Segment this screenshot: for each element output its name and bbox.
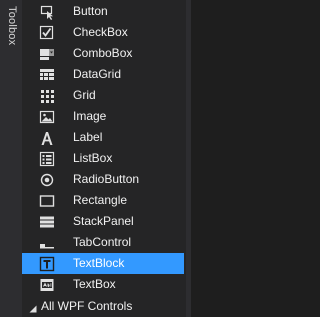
label-a-icon (39, 130, 55, 146)
group-header-all-wpf-controls[interactable]: All WPF Controls (22, 295, 184, 316)
editor-area (191, 0, 270, 317)
datagrid-icon (39, 67, 55, 83)
toolbox-item-label: Grid (73, 88, 96, 102)
toolbox-side-tab-label: Toolbox (6, 6, 18, 46)
toolbox-item-label: ListBox (73, 151, 113, 165)
toolbox-item-stackpanel[interactable]: StackPanel (22, 211, 184, 232)
toolbox-item-label: Button (73, 4, 108, 18)
toolbox-item-checkbox[interactable]: CheckBox (22, 22, 184, 43)
listbox-icon (39, 151, 55, 167)
stackpanel-icon (39, 214, 55, 230)
toolbox-item-radiobutton[interactable]: RadioButton (22, 169, 184, 190)
toolbox-item-tabcontrol[interactable]: TabControl (22, 232, 184, 253)
toolbox-item-label: TextBlock (73, 256, 125, 270)
toolbox-item-textbox[interactable]: TextBox (22, 274, 184, 295)
toolbox-panel: Button CheckBox ComboBox DataGrid Grid I… (22, 0, 186, 317)
toolbox-item-listbox[interactable]: ListBox (22, 148, 184, 169)
toolbox-item-label: RadioButton (73, 172, 140, 186)
toolbox-item-label: StackPanel (73, 214, 134, 228)
rectangle-icon (39, 193, 55, 209)
toolbox-item-rectangle[interactable]: Rectangle (22, 190, 184, 211)
toolbox-item-label: Rectangle (73, 193, 128, 207)
visual-studio-toolbox-window: Toolbox Button CheckBox ComboBox DataGri… (0, 0, 270, 317)
toolbox-item-grid[interactable]: Grid (22, 85, 184, 106)
toolbox-item-datagrid[interactable]: DataGrid (22, 64, 184, 85)
group-header-label: All WPF Controls (41, 299, 133, 313)
tabcontrol-icon (39, 235, 55, 251)
toolbox-item-label: Label (73, 130, 103, 144)
toolbox-item-label: TabControl (73, 235, 132, 249)
toolbox-item-combobox[interactable]: ComboBox (22, 43, 184, 64)
toolbox-side-tab[interactable]: Toolbox (0, 0, 22, 60)
toolbox-item-label: CheckBox (73, 25, 128, 39)
textblock-icon (39, 256, 55, 272)
toolbox-item-label: Image (73, 109, 107, 123)
toolbox-item-textblock[interactable]: TextBlock (22, 253, 184, 274)
side-tab-strip: Toolbox (0, 0, 22, 317)
toolbox-item-label: DataGrid (73, 67, 122, 81)
toolbox-item-label: ComboBox (73, 46, 133, 60)
combobox-icon (39, 46, 55, 62)
grid-icon (39, 88, 55, 104)
button-pointer-icon (39, 4, 55, 20)
textbox-icon (39, 277, 55, 293)
toolbox-item-label: TextBox (73, 277, 116, 291)
toolbox-item-button[interactable]: Button (22, 1, 184, 22)
radio-button-icon (39, 172, 55, 188)
toolbox-item-label[interactable]: Label (22, 127, 184, 148)
chevron-collapse-icon (28, 301, 38, 313)
image-icon (39, 109, 55, 125)
checkbox-icon (39, 25, 55, 41)
toolbox-item-image[interactable]: Image (22, 106, 184, 127)
